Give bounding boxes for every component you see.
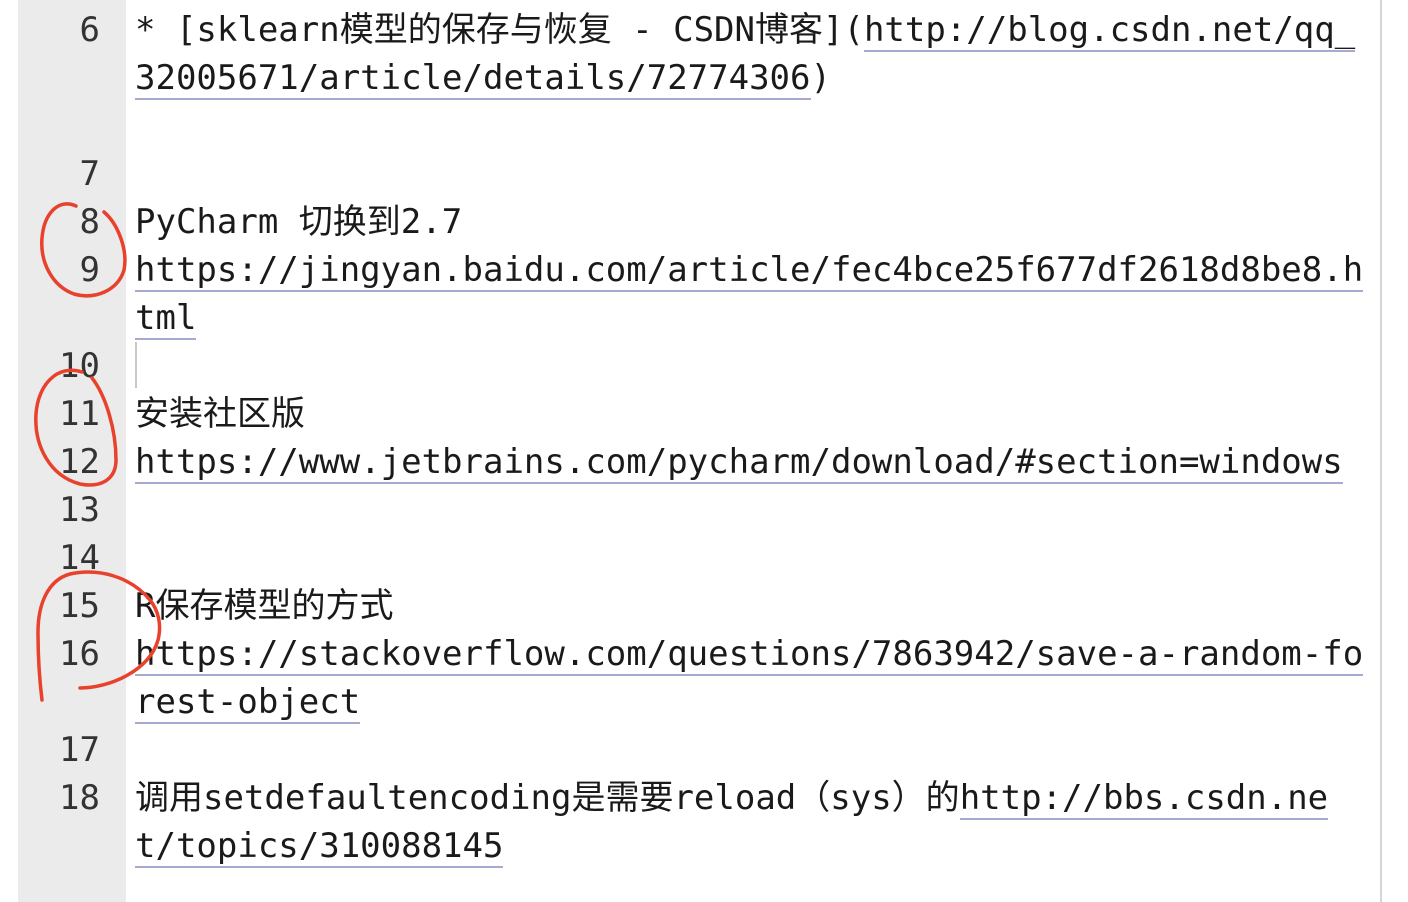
text-editor: 6 7 8 9 10 11 12 13 14 15 16 17 18 * [sk… — [0, 0, 1408, 902]
annotation-overlay — [34, 202, 162, 702]
annotation-circle-lines-10-12 — [34, 368, 118, 487]
annotation-circle-lines-15-16 — [36, 570, 162, 702]
annotation-circle-lines-8-9 — [40, 202, 127, 298]
